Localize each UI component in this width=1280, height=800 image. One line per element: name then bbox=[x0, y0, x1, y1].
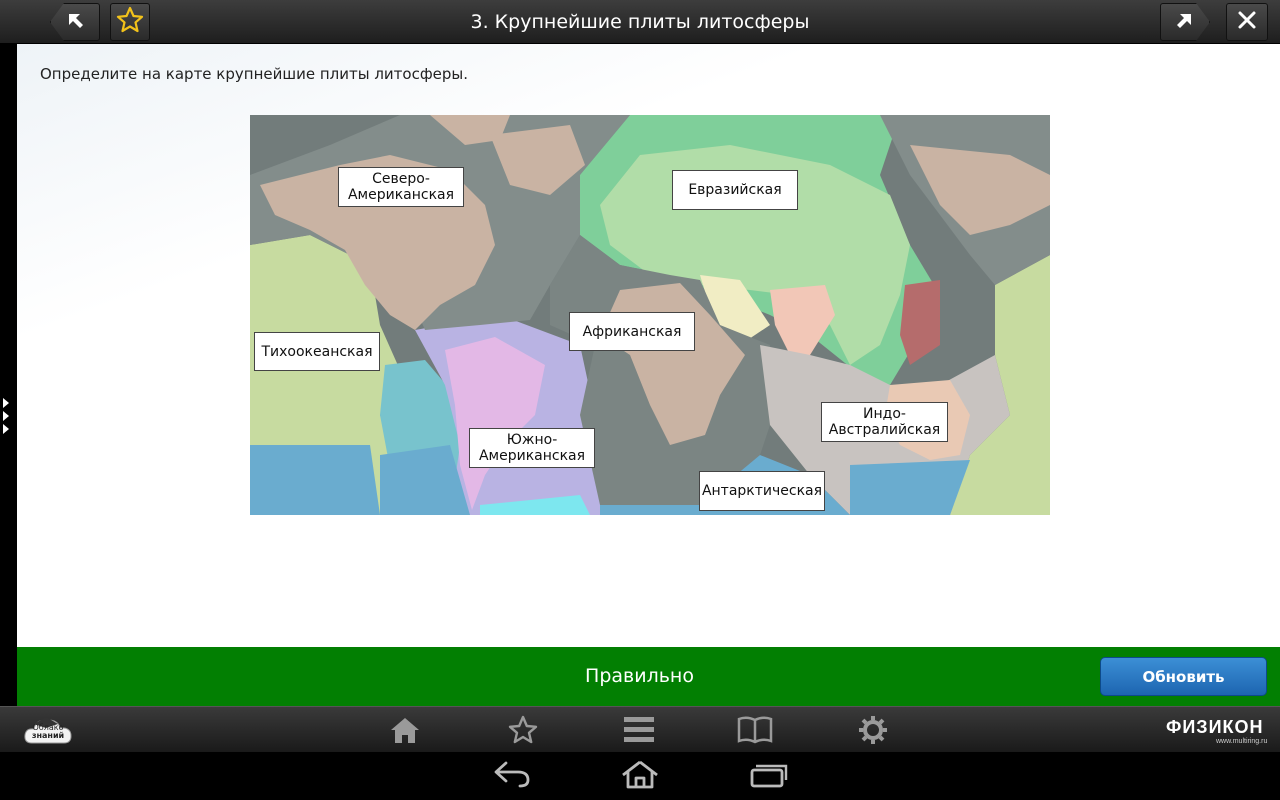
home-icon bbox=[389, 715, 421, 749]
plate-label-line: Тихоокеанская bbox=[261, 343, 373, 360]
brand-url: www.multiring.ru bbox=[1216, 738, 1268, 745]
plate-label-south-american[interactable]: Южно- Американская bbox=[469, 428, 595, 468]
plate-label-line: Южно- bbox=[506, 432, 558, 448]
cloud-logo[interactable]: Облако знаний bbox=[24, 715, 72, 745]
cloud-logo-text: Облако знаний bbox=[24, 724, 72, 740]
page-title: 3. Крупнейшие плиты литосферы bbox=[470, 11, 810, 33]
plate-label-line: Северо- bbox=[372, 171, 430, 187]
favorite-button[interactable] bbox=[110, 3, 150, 41]
close-button[interactable] bbox=[1226, 3, 1268, 41]
plate-label-line: Евразийская bbox=[688, 182, 782, 198]
book-button[interactable] bbox=[737, 715, 773, 749]
plate-label-african[interactable]: Африканская bbox=[569, 312, 695, 351]
plate-label-line: Австралийская bbox=[828, 422, 941, 438]
task-instruction: Определите на карте крупнейшие плиты лит… bbox=[40, 65, 469, 83]
refresh-button[interactable]: Обновить bbox=[1100, 657, 1267, 696]
star-icon bbox=[115, 5, 145, 39]
menu-button[interactable] bbox=[622, 717, 656, 747]
plate-label-line: Африканская bbox=[582, 323, 682, 340]
recent-apps-icon bbox=[748, 760, 788, 792]
bottom-app-bar: Облако знаний ФИЗИКОН www.multiring.ru bbox=[0, 706, 1280, 752]
gear-icon bbox=[857, 715, 889, 749]
close-icon bbox=[1236, 9, 1258, 35]
plate-label-indo-australian[interactable]: Индо- Австралийская bbox=[821, 402, 948, 442]
back-button[interactable] bbox=[50, 3, 100, 41]
feedback-status: Правильно bbox=[585, 665, 694, 687]
side-panel-handle[interactable] bbox=[0, 396, 14, 438]
system-home-button[interactable] bbox=[618, 760, 662, 792]
brand-logo: ФИЗИКОН bbox=[1166, 717, 1264, 737]
plates-map: Северо- Американская Евразийская Тихоокеа… bbox=[250, 115, 1050, 515]
star-outline-icon bbox=[507, 715, 539, 749]
cloud-logo-line: знаний bbox=[31, 731, 65, 740]
home-button[interactable] bbox=[388, 717, 422, 747]
plate-label-line: Индо- bbox=[863, 406, 906, 422]
plate-label-antarctic[interactable]: Антарктическая bbox=[699, 471, 825, 511]
system-back-button[interactable] bbox=[490, 760, 534, 792]
chevrons-right-icon bbox=[0, 398, 14, 442]
system-nav-bar bbox=[0, 752, 1280, 800]
book-icon bbox=[737, 715, 773, 749]
settings-button[interactable] bbox=[856, 715, 890, 749]
forward-button[interactable] bbox=[1160, 3, 1210, 41]
menu-icon bbox=[623, 715, 655, 749]
arrow-up-right-icon bbox=[1174, 9, 1196, 35]
home-outline-icon bbox=[620, 759, 660, 793]
task-content: Определите на карте крупнейшие плиты лит… bbox=[17, 44, 1280, 647]
arrow-up-left-icon bbox=[64, 9, 86, 35]
plate-label-line: Американская bbox=[478, 448, 586, 464]
plate-label-line: Антарктическая bbox=[701, 483, 823, 499]
system-recents-button[interactable] bbox=[746, 760, 790, 792]
app-window: 3. Крупнейшие плиты литосферы Определите… bbox=[0, 0, 1280, 800]
plate-label-eurasian[interactable]: Евразийская bbox=[672, 170, 798, 210]
back-arrow-icon bbox=[492, 760, 532, 792]
favorites-button[interactable] bbox=[506, 715, 540, 749]
plate-label-pacific[interactable]: Тихоокеанская bbox=[254, 332, 380, 371]
plate-label-north-american[interactable]: Северо- Американская bbox=[338, 167, 464, 207]
top-toolbar: 3. Крупнейшие плиты литосферы bbox=[0, 0, 1280, 44]
plate-label-line: Американская bbox=[347, 187, 455, 203]
feedback-bar: Правильно Обновить bbox=[17, 647, 1280, 706]
side-panel-strip bbox=[0, 44, 17, 706]
